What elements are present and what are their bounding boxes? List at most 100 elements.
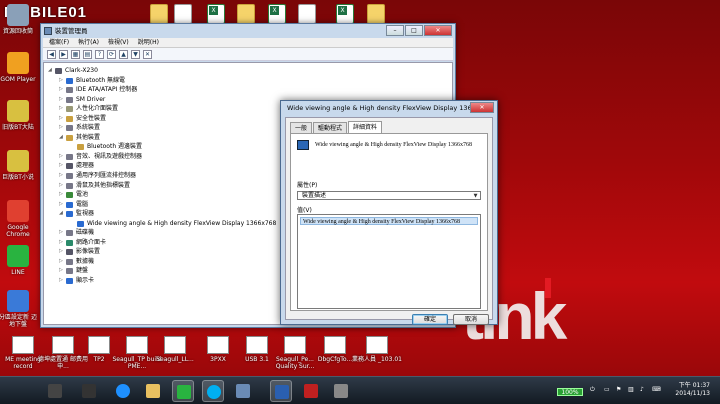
update-driver-icon[interactable]: ▲ (119, 50, 128, 59)
desktop-shortcut[interactable]: 巨版BT小说 (0, 150, 38, 181)
tab-general[interactable]: 一般 (290, 122, 313, 133)
tray-keyboard-icon[interactable]: ⌨ (652, 386, 661, 393)
chevron-down-icon[interactable]: ▼ (471, 192, 480, 199)
close-button[interactable]: ✕ (424, 25, 452, 36)
tab-driver[interactable]: 驅動程式 (313, 122, 348, 133)
document-icon[interactable] (298, 4, 316, 24)
tree-expander-icon[interactable]: ▷ (59, 85, 63, 95)
properties-dialog[interactable]: Wide viewing angle & High density FlexVi… (280, 100, 498, 325)
maximize-button[interactable]: □ (405, 25, 423, 36)
outlook-app-button[interactable] (270, 380, 292, 402)
explorer-app-button[interactable] (142, 380, 164, 402)
properties-titlebar[interactable]: Wide viewing angle & High density FlexVi… (281, 101, 497, 115)
clock[interactable]: 下午 01:37 2014/11/13 (670, 382, 710, 398)
minimize-button[interactable]: – (386, 25, 404, 36)
folder-icon[interactable] (367, 4, 385, 24)
menu-help[interactable]: 說明(H) (138, 38, 159, 47)
tree-expander-icon[interactable]: ▷ (59, 152, 63, 162)
tree-expander-icon[interactable]: ▷ (59, 247, 63, 257)
excel-file-icon[interactable] (207, 4, 225, 24)
forward-icon[interactable]: ▶ (59, 50, 68, 59)
scan-icon[interactable]: ⟳ (107, 50, 116, 59)
menu-file[interactable]: 檔案(F) (49, 38, 69, 47)
tree-item[interactable]: ◢ Clark-X230 (44, 66, 452, 76)
device-category-icon (66, 134, 73, 141)
uninstall-icon[interactable]: ✕ (143, 50, 152, 59)
tree-expander-icon[interactable]: ▷ (59, 228, 63, 238)
value-label: 值(V) (297, 207, 312, 214)
device-manager-task-button[interactable] (232, 380, 254, 402)
tree-expander-icon[interactable]: ▷ (59, 190, 63, 200)
desktop-shortcut[interactable]: 分區設定新 迈地下盤 (0, 290, 38, 328)
menu-view[interactable]: 檢視(V) (108, 38, 129, 47)
desktop-shortcut[interactable]: GOM Player (0, 52, 38, 83)
tab-details[interactable]: 詳細資料 (348, 121, 383, 133)
menu-action[interactable]: 執行(A) (78, 38, 99, 47)
dialog-close-button[interactable]: ✕ (470, 102, 494, 113)
tree-expander-icon[interactable]: ▷ (59, 161, 63, 171)
tree-item-label: 影像裝置 (76, 248, 101, 256)
tray-network-icon[interactable]: ▥ (628, 386, 634, 393)
tray-display-icon[interactable]: ▭ (604, 386, 610, 393)
tree-expander-icon[interactable]: ◢ (48, 66, 52, 76)
help-icon[interactable]: ? (95, 50, 104, 59)
battery-indicator[interactable]: 100% (557, 388, 583, 396)
desktop-shortcut[interactable]: Google Chrome (0, 200, 38, 238)
shortcut-label: 分區設定新 迈地下盤 (0, 314, 37, 328)
tree-expander-icon[interactable]: ▷ (59, 171, 63, 181)
tree-expander-icon[interactable]: ▷ (59, 104, 63, 114)
tree-expander-icon[interactable]: ▷ (59, 123, 63, 133)
device-category-icon (66, 153, 73, 160)
desktop-shortcut[interactable]: LINE (0, 245, 38, 276)
disable-icon[interactable]: ▼ (131, 50, 140, 59)
folder-icon[interactable] (150, 4, 168, 24)
tray-volume-icon[interactable]: ♪ (640, 386, 644, 393)
tree-expander-icon[interactable]: ▷ (59, 266, 63, 276)
tree-item[interactable]: ▷ IDE ATA/ATAPI 控制器 (44, 85, 452, 95)
tree-expander-icon[interactable]: ▷ (59, 276, 63, 286)
tree-item-label: Bluetooth 無線電 (76, 76, 126, 84)
file-label: 業務人員 _103.01 (352, 356, 402, 363)
media-app-button[interactable] (300, 380, 322, 402)
tree-expander-icon[interactable]: ▷ (59, 257, 63, 267)
line-app-button[interactable] (172, 380, 194, 402)
device-category-icon (77, 220, 84, 227)
tree-expander-icon[interactable]: ◢ (59, 133, 63, 143)
device-category-icon (66, 230, 73, 237)
tray-flag-icon[interactable]: ⚑ (616, 386, 621, 393)
pen-app-button[interactable] (44, 380, 66, 402)
document-icon[interactable] (174, 4, 192, 24)
value-list[interactable]: Wide viewing angle & High density FlexVi… (297, 214, 481, 309)
value-item[interactable]: Wide viewing angle & High density FlexVi… (300, 217, 478, 225)
excel-file-icon[interactable] (336, 4, 354, 24)
tree-expander-icon[interactable]: ▷ (59, 114, 63, 124)
ok-button[interactable]: 確定 (412, 314, 448, 325)
desktop-file[interactable]: 業務人員 _103.01 (352, 336, 402, 363)
properties-icon[interactable]: ▤ (83, 50, 92, 59)
tree-expander-icon[interactable]: ▷ (59, 181, 63, 191)
tray-power-icon[interactable]: ⏻ (590, 386, 595, 394)
tree-expander-icon[interactable]: ▷ (59, 76, 63, 86)
camera-app-button[interactable] (78, 380, 100, 402)
desktop-shortcut[interactable]: 資源回收筒 (0, 4, 38, 35)
skype-app-button[interactable] (202, 380, 224, 402)
menu-bar: 檔案(F) 執行(A) 檢視(V) 說明(H) (43, 38, 453, 48)
printer-app-button[interactable] (330, 380, 352, 402)
properties-title: Wide viewing angle & High density FlexVi… (287, 104, 491, 112)
excel-file-icon[interactable] (268, 4, 286, 24)
folder-icon[interactable] (237, 4, 255, 24)
view-icon[interactable]: ▦ (71, 50, 80, 59)
tree-item[interactable]: ▷ Bluetooth 無線電 (44, 76, 452, 86)
tree-expander-icon[interactable]: ▷ (59, 200, 63, 210)
back-icon[interactable]: ◀ (47, 50, 56, 59)
ie-app-button[interactable] (112, 380, 134, 402)
tree-expander-icon[interactable]: ▷ (59, 95, 63, 105)
property-select[interactable]: 裝置描述 ▼ (297, 191, 481, 200)
desktop-shortcut[interactable]: 旧版BT大陆 (0, 100, 38, 131)
device-manager-titlebar[interactable]: 裝置管理員 – □ ✕ (41, 24, 455, 38)
camera-icon (82, 384, 96, 398)
cancel-button[interactable]: 取消 (453, 314, 489, 325)
tree-expander-icon[interactable]: ▷ (59, 238, 63, 248)
file-icon (12, 336, 34, 354)
tree-expander-icon[interactable]: ◢ (59, 209, 63, 219)
